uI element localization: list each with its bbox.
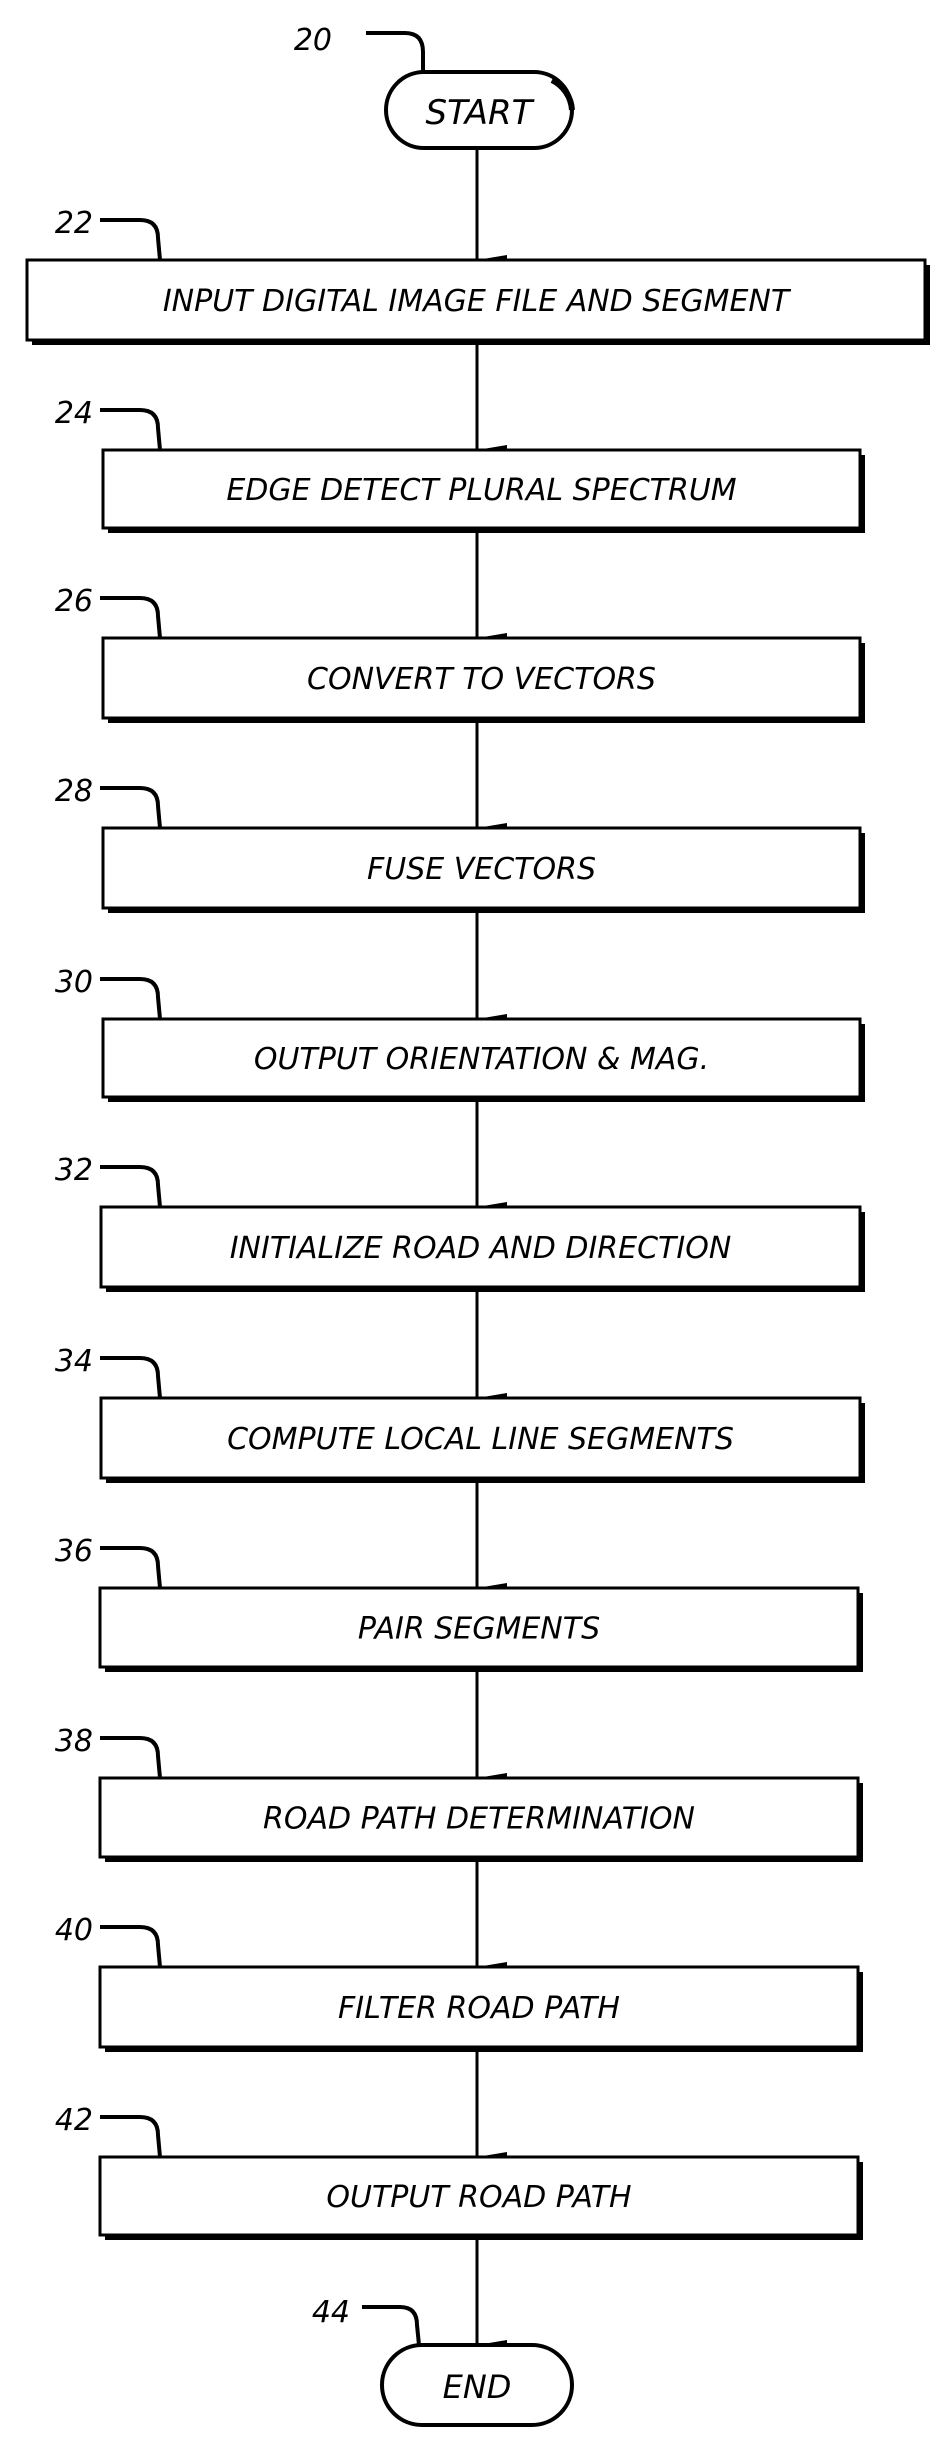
step-label: OUTPUT ORIENTATION & MAG. [254,1042,709,1077]
step-label: COMPUTE LOCAL LINE SEGMENTS [227,1422,734,1457]
flowchart: START 20 INPUT DIGITAL IMAGE FILE AND SE… [25,23,930,2427]
step-ref-leader [100,1165,162,1208]
end-ref-number: 44 [312,2295,350,2330]
process-step: EDGE DETECT PLURAL SPECTRUM 24 [55,396,865,533]
end-label: END [443,2368,512,2406]
step-ref-leader [100,1736,162,1779]
step-label: INPUT DIGITAL IMAGE FILE AND SEGMENT [163,284,792,319]
end-ref-leader [362,2305,421,2346]
process-step: ROAD PATH DETERMINATION 38 [55,1724,863,1862]
step-label: OUTPUT ROAD PATH [326,2180,631,2215]
process-step: OUTPUT ORIENTATION & MAG. 30 [55,965,865,1102]
step-ref-leader [100,786,162,829]
start-terminal: START [384,70,575,150]
step-ref-number: 34 [55,1344,93,1379]
step-ref-number: 32 [55,1153,93,1188]
start-ref-number: 20 [294,23,332,58]
process-step: FILTER ROAD PATH 40 [55,1913,863,2052]
step-ref-leader [100,1546,162,1589]
process-step: OUTPUT ROAD PATH 42 [55,2103,863,2240]
end-terminal: END [380,2343,574,2427]
step-ref-number: 42 [55,2103,93,2138]
step-label: PAIR SEGMENTS [358,1612,600,1647]
start-ref-leader [366,31,425,72]
process-step: COMPUTE LOCAL LINE SEGMENTS 34 [55,1344,865,1483]
step-label: EDGE DETECT PLURAL SPECTRUM [226,473,736,508]
step-ref-number: 40 [55,1913,93,1948]
process-step: PAIR SEGMENTS 36 [55,1534,863,1672]
step-ref-number: 28 [55,774,93,809]
step-ref-leader [100,2115,162,2158]
step-label: CONVERT TO VECTORS [307,662,656,697]
step-label: INITIALIZE ROAD AND DIRECTION [230,1231,732,1266]
step-label: FUSE VECTORS [367,852,596,887]
step-ref-leader [100,977,162,1020]
step-ref-number: 36 [55,1534,93,1569]
step-ref-number: 26 [55,584,93,619]
step-ref-number: 22 [55,206,93,241]
process-step: FUSE VECTORS 28 [55,774,865,913]
step-ref-number: 24 [55,396,93,431]
step-ref-leader [100,596,162,639]
step-ref-leader [100,1925,162,1968]
step-ref-leader [100,218,162,261]
step-label: ROAD PATH DETERMINATION [263,1802,695,1837]
process-step: CONVERT TO VECTORS 26 [55,584,865,723]
step-ref-leader [100,408,162,451]
start-label: START [426,93,535,133]
process-step: INITIALIZE ROAD AND DIRECTION 32 [55,1153,865,1292]
step-ref-leader [100,1356,162,1399]
step-ref-number: 38 [55,1724,93,1759]
step-label: FILTER ROAD PATH [338,1991,620,2026]
step-ref-number: 30 [55,965,93,1000]
